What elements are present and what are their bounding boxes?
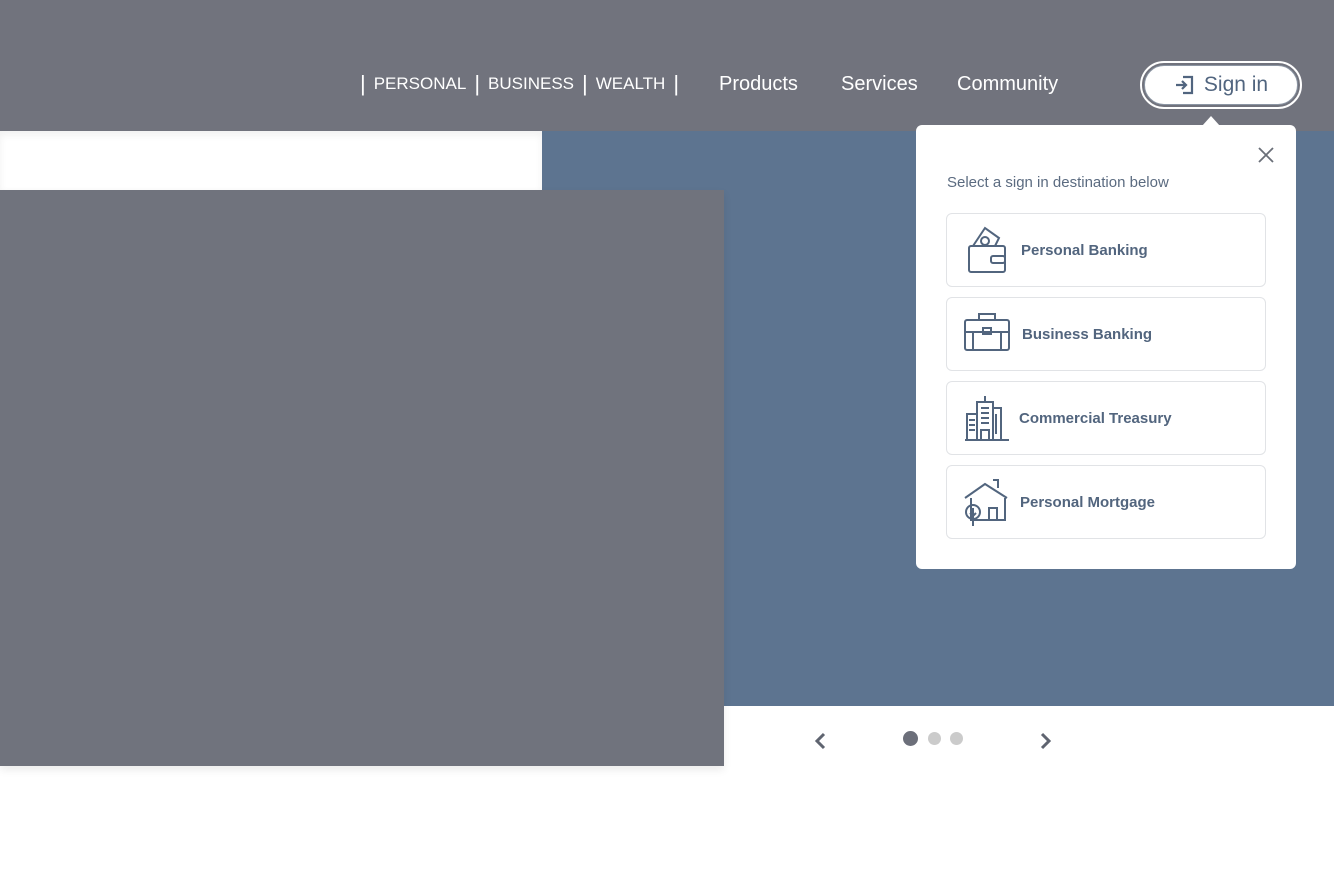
divider: | [474, 71, 481, 96]
segment-personal[interactable]: PERSONAL [374, 74, 467, 94]
popup-title: Select a sign in destination below [947, 174, 1169, 191]
option-label: Personal Mortgage [1020, 493, 1156, 511]
carousel-dot-2[interactable] [928, 732, 941, 745]
carousel-next-icon[interactable] [1039, 732, 1053, 750]
building-icon [965, 396, 1009, 441]
divider: | [582, 71, 588, 96]
carousel-prev-icon[interactable] [813, 732, 827, 750]
sign-in-button[interactable]: Sign in [1140, 61, 1302, 109]
popup-arrow [1202, 116, 1220, 126]
option-commercial-treasury[interactable]: Commercial Treasury [946, 381, 1266, 455]
sign-in-icon [1175, 75, 1193, 95]
option-personal-mortgage[interactable]: Personal Mortgage [946, 465, 1266, 539]
option-label: Commercial Treasury [1019, 409, 1172, 427]
nav-products[interactable]: Products [719, 73, 798, 96]
close-icon[interactable] [1256, 145, 1276, 165]
sign-in-popup: Select a sign in destination below Perso… [916, 116, 1296, 569]
carousel-dot-3[interactable] [950, 732, 963, 745]
option-label: Personal Banking [1021, 241, 1148, 259]
content-strip [0, 131, 542, 190]
segment-nav: | PERSONAL | BUSINESS | WEALTH | [352, 73, 687, 95]
segment-wealth[interactable]: WEALTH [596, 74, 666, 94]
sign-in-label: Sign in [1203, 73, 1269, 96]
house-icon [964, 479, 1008, 526]
modal-overlay [0, 190, 724, 766]
nav-community[interactable]: Community [957, 73, 1058, 96]
divider: | [673, 71, 680, 96]
divider: | [360, 71, 366, 96]
wallet-icon [968, 226, 1006, 273]
option-business-banking[interactable]: Business Banking [946, 297, 1266, 371]
carousel-dot-1[interactable] [903, 731, 918, 746]
segment-business[interactable]: BUSINESS [488, 74, 574, 94]
briefcase-icon [964, 313, 1010, 351]
option-personal-banking[interactable]: Personal Banking [946, 213, 1266, 287]
header: | PERSONAL | BUSINESS | WEALTH | Product… [0, 0, 1334, 131]
option-label: Business Banking [1022, 325, 1153, 343]
nav-services[interactable]: Services [841, 73, 918, 96]
